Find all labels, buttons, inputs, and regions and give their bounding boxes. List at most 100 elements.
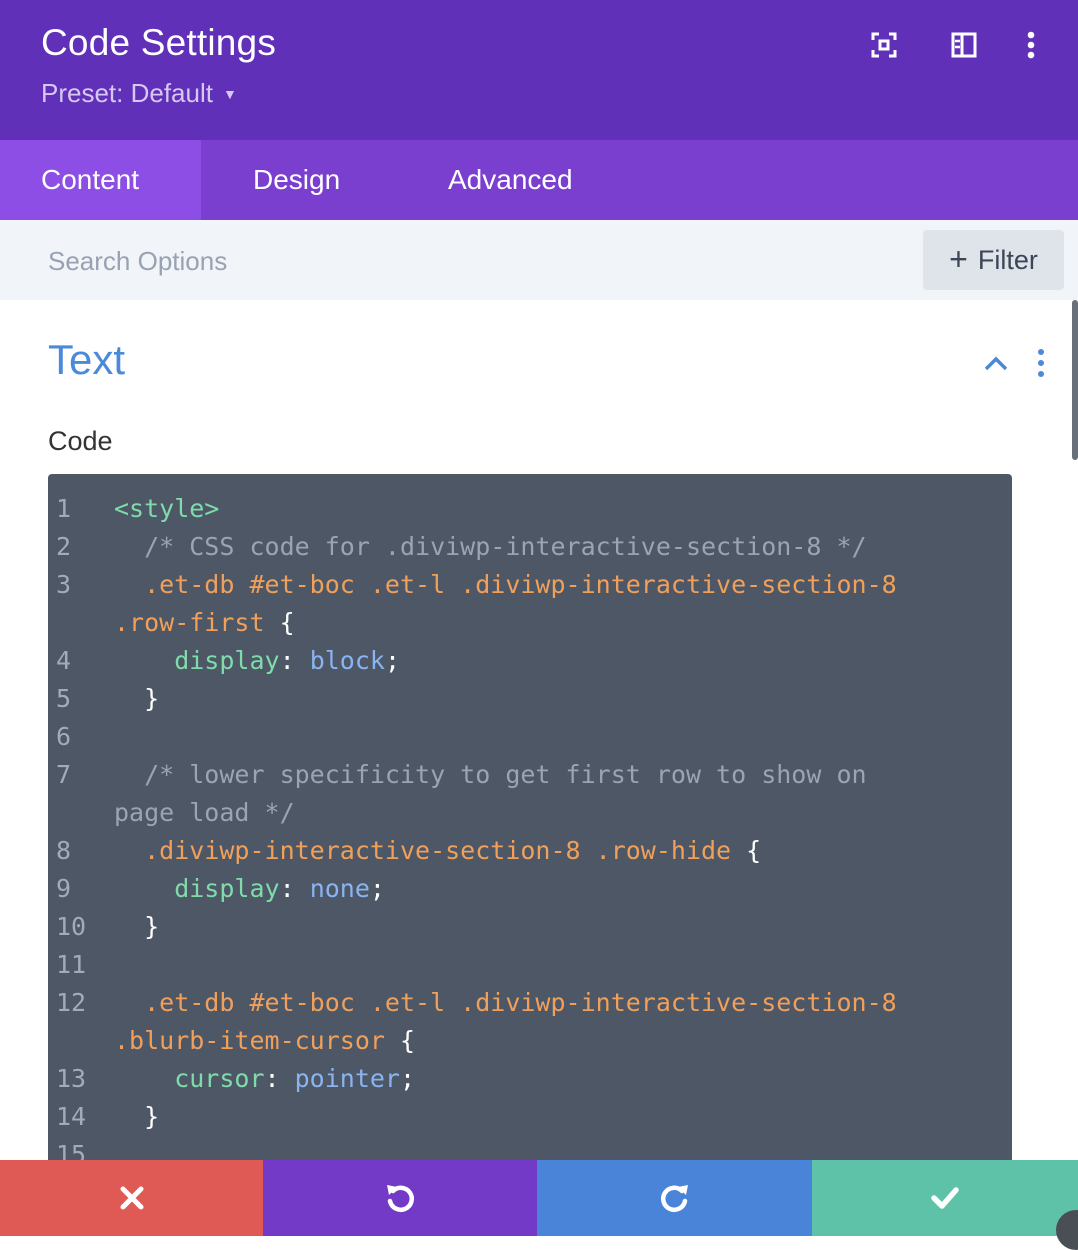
redo-button[interactable] (537, 1160, 812, 1236)
plus-icon: + (949, 240, 968, 277)
code-line[interactable]: 9 display: none; (48, 870, 1012, 908)
code-token-prop: display (114, 646, 280, 675)
code-editor[interactable]: 1 <style> 2 /* CSS code for .diviwp-intera… (48, 474, 1012, 1174)
filter-button[interactable]: + Filter (923, 230, 1064, 290)
line-number: 7 (56, 760, 72, 789)
code-text: .et-db #et-boc .et-l .diviwp-interactive… (114, 984, 897, 1022)
save-button[interactable] (812, 1160, 1078, 1236)
undo-button[interactable] (263, 1160, 537, 1236)
code-token-punct: ; (369, 874, 385, 903)
section-options-icon[interactable] (1030, 348, 1052, 378)
redo-icon (660, 1185, 688, 1212)
tab-advanced[interactable]: Advanced (396, 140, 656, 220)
code-token-punct: ; (384, 646, 401, 675)
code-text: .row-first { (114, 604, 295, 642)
search-input[interactable] (48, 242, 748, 280)
code-token-brace: } (114, 912, 160, 941)
line-number: 5 (56, 684, 72, 713)
settings-tabs: Content Design Advanced (0, 140, 1078, 220)
line-number: 3 (56, 570, 72, 599)
code-token-selector: .et-db #et-boc .et-l .diviwp-interactive… (114, 570, 897, 599)
code-text: .diviwp-interactive-section-8 .row-hide … (114, 832, 761, 870)
tab-design[interactable]: Design (201, 140, 396, 220)
code-text: /* lower specificity to get first row to… (114, 756, 867, 794)
undo-icon (387, 1185, 415, 1212)
code-token-selector: .row-first (114, 608, 265, 637)
scrollbar[interactable] (1072, 300, 1078, 460)
code-token-comment: /* CSS code for .diviwp-interactive-sect… (114, 532, 867, 561)
filter-label: Filter (977, 244, 1038, 275)
search-bar (0, 220, 1078, 300)
code-token-brace: { (384, 1026, 416, 1055)
section-title[interactable]: Text (48, 336, 125, 384)
line-number: 12 (56, 988, 87, 1017)
code-token-tag: <style> (114, 494, 220, 523)
code-line[interactable]: 4 display: block; (48, 642, 1012, 680)
check-icon (931, 1187, 959, 1209)
code-text: } (114, 680, 159, 718)
code-token-selector: .diviwp-interactive-section-8 .row-hide (114, 836, 732, 865)
code-token-punct: : (279, 646, 310, 675)
line-number: 14 (56, 1102, 87, 1131)
code-line[interactable]: 2 /* CSS code for .diviwp-interactive-se… (48, 528, 1012, 566)
code-token-prop: cursor (114, 1064, 265, 1093)
code-token-value: none (309, 874, 370, 903)
code-line[interactable]: 12 .et-db #et-boc .et-l .diviwp-interact… (48, 984, 1012, 1022)
code-token-punct: : (264, 1064, 295, 1093)
more-options-icon[interactable] (1014, 28, 1048, 62)
code-token-prop: display (114, 874, 280, 903)
code-line[interactable]: 13 cursor: pointer; (48, 1060, 1012, 1098)
line-number: 13 (56, 1064, 87, 1093)
code-token-brace: { (731, 836, 762, 865)
code-token-brace: { (264, 608, 295, 637)
code-line[interactable]: 8 .diviwp-interactive-section-8 .row-hid… (48, 832, 1012, 870)
code-text: .et-db #et-boc .et-l .diviwp-interactive… (114, 566, 897, 604)
code-token-brace: } (114, 684, 160, 713)
code-token-value: pointer (294, 1064, 400, 1093)
code-text: cursor: pointer; (114, 1060, 415, 1098)
split-view-icon[interactable] (947, 28, 981, 62)
code-line[interactable]: page load */ (48, 794, 1012, 832)
settings-header: Code Settings Preset: Default ▼ (0, 0, 1078, 140)
code-line[interactable]: 1 <style> (48, 490, 1012, 528)
modal-title: Code Settings (41, 22, 277, 63)
code-text: /* CSS code for .diviwp-interactive-sect… (114, 528, 867, 566)
code-token-comment: page load */ (114, 798, 295, 827)
code-text: } (114, 1098, 159, 1136)
preset-label: Preset: Default (41, 78, 213, 108)
code-token-punct: ; (399, 1064, 416, 1093)
code-line[interactable]: 7 /* lower specificity to get first row … (48, 756, 1012, 794)
line-number: 11 (56, 950, 87, 979)
code-token-comment: /* lower specificity to get first row to… (114, 760, 867, 789)
caret-down-icon: ▼ (222, 85, 237, 102)
code-line[interactable]: 3 .et-db #et-boc .et-l .diviwp-interacti… (48, 566, 1012, 604)
code-line[interactable]: 5 } (48, 680, 1012, 718)
line-number: 8 (56, 836, 72, 865)
code-token-selector: .blurb-item-cursor (114, 1026, 385, 1055)
line-number: 6 (56, 722, 72, 751)
close-icon (120, 1186, 143, 1210)
line-number: 9 (56, 874, 72, 903)
code-text: .blurb-item-cursor { (114, 1022, 415, 1060)
code-line[interactable]: 14 } (48, 1098, 1012, 1136)
code-text: page load */ (114, 794, 295, 832)
code-text: } (114, 908, 159, 946)
code-token-punct: : (279, 874, 310, 903)
line-number: 2 (56, 532, 72, 561)
tab-content[interactable]: Content (0, 140, 201, 220)
code-line[interactable]: 6 (48, 718, 1012, 756)
chevron-up-icon[interactable] (981, 348, 1011, 378)
code-line[interactable]: 11 (48, 946, 1012, 984)
action-bar (0, 1160, 1078, 1236)
focus-mode-icon[interactable] (867, 28, 901, 62)
code-line[interactable]: 10 } (48, 908, 1012, 946)
code-line[interactable]: .row-first { (48, 604, 1012, 642)
code-line[interactable]: .blurb-item-cursor { (48, 1022, 1012, 1060)
discard-button[interactable] (0, 1160, 263, 1236)
line-number: 4 (56, 646, 72, 675)
line-number: 1 (56, 494, 72, 523)
code-text: display: block; (114, 642, 400, 680)
code-text: <style> (114, 490, 219, 528)
preset-selector[interactable]: Preset: Default ▼ (41, 78, 237, 109)
code-token-selector: .et-db #et-boc .et-l .diviwp-interactive… (114, 988, 897, 1017)
